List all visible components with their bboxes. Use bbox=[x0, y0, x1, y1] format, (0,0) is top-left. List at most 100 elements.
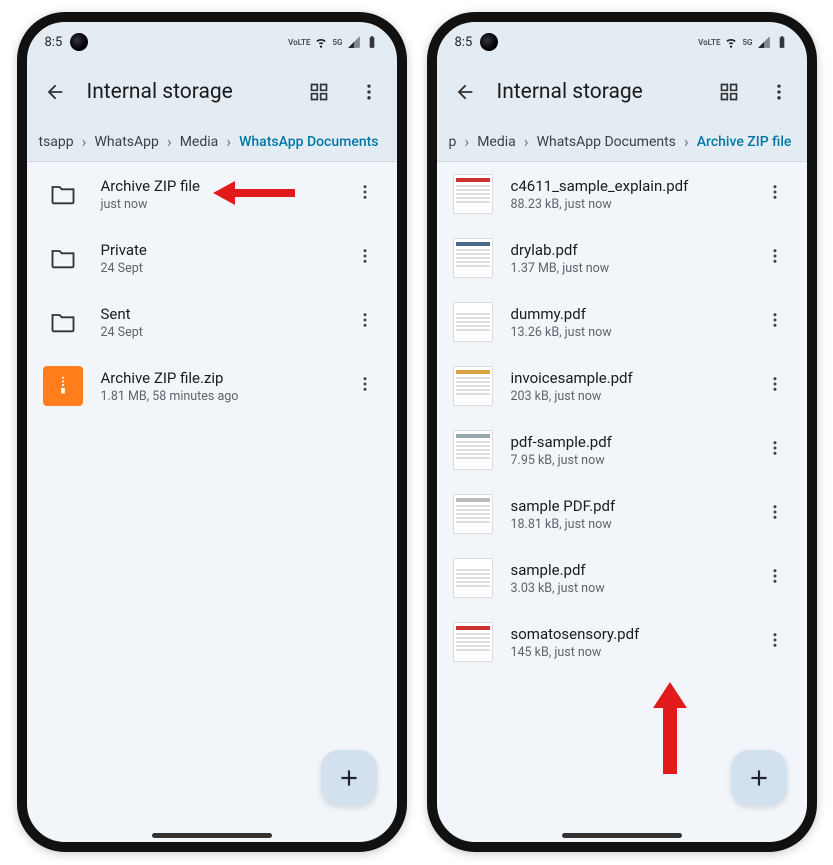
page-title: Internal storage bbox=[497, 80, 697, 104]
page-title: Internal storage bbox=[87, 80, 287, 104]
pdf-thumbnail bbox=[453, 558, 493, 598]
breadcrumb-item[interactable]: Media bbox=[172, 128, 227, 156]
row-more-button[interactable] bbox=[349, 375, 381, 397]
back-button[interactable] bbox=[37, 74, 73, 110]
camera-cutout bbox=[480, 33, 498, 51]
breadcrumb-item[interactable]: WhatsApp bbox=[86, 128, 166, 156]
pdf-thumbnail bbox=[453, 366, 493, 406]
folder-icon bbox=[43, 302, 83, 342]
row-more-button[interactable] bbox=[759, 631, 791, 653]
row-more-button[interactable] bbox=[349, 311, 381, 333]
pdf-thumbnail bbox=[453, 622, 493, 662]
more-vert-icon bbox=[766, 567, 784, 585]
zip-icon bbox=[43, 366, 83, 406]
file-row[interactable]: Sent24 Sept bbox=[27, 290, 397, 354]
file-row[interactable]: invoicesample.pdf203 kB, just now bbox=[437, 354, 807, 418]
grid-icon bbox=[309, 82, 329, 102]
breadcrumb-item[interactable]: tsapp bbox=[31, 128, 82, 156]
row-more-button[interactable] bbox=[759, 439, 791, 461]
file-row[interactable]: dummy.pdf13.26 kB, just now bbox=[437, 290, 807, 354]
phone-left: 8:5 VoLTE 5G Internal storage bbox=[17, 12, 407, 852]
signal-icon bbox=[347, 35, 361, 49]
row-more-button[interactable] bbox=[759, 503, 791, 525]
network-label: VoLTE bbox=[698, 38, 720, 47]
file-row[interactable]: Archive ZIP filejust now bbox=[27, 162, 397, 226]
row-more-button[interactable] bbox=[349, 247, 381, 269]
plus-icon bbox=[336, 765, 362, 791]
pdf-thumbnail bbox=[453, 302, 493, 342]
more-vert-icon bbox=[766, 503, 784, 521]
file-meta: 3.03 kB, just now bbox=[511, 581, 741, 596]
file-row[interactable]: c4611_sample_explain.pdf88.23 kB, just n… bbox=[437, 162, 807, 226]
overflow-menu-button[interactable] bbox=[351, 74, 387, 110]
more-vert-icon bbox=[356, 247, 374, 265]
file-list[interactable]: c4611_sample_explain.pdf88.23 kB, just n… bbox=[437, 162, 807, 842]
file-row[interactable]: somatosensory.pdf145 kB, just now bbox=[437, 610, 807, 674]
row-more-button[interactable] bbox=[759, 375, 791, 397]
row-more-button[interactable] bbox=[759, 311, 791, 333]
pdf-thumbnail bbox=[453, 174, 493, 214]
file-meta: 24 Sept bbox=[101, 325, 331, 340]
fab-add[interactable] bbox=[731, 750, 787, 806]
breadcrumb-item[interactable]: Media bbox=[469, 128, 524, 156]
pdf-thumbnail bbox=[453, 494, 493, 534]
network-5g: 5G bbox=[332, 38, 342, 47]
breadcrumb[interactable]: tsapp›WhatsApp›Media›WhatsApp Documents bbox=[27, 122, 397, 162]
more-vert-icon bbox=[356, 183, 374, 201]
row-more-button[interactable] bbox=[349, 183, 381, 205]
more-vert-icon bbox=[766, 183, 784, 201]
breadcrumb-item[interactable]: WhatsApp Documents bbox=[231, 128, 386, 156]
status-bar: 8:5 VoLTE 5G bbox=[27, 22, 397, 62]
row-more-button[interactable] bbox=[759, 567, 791, 589]
file-name: sample.pdf bbox=[511, 561, 741, 579]
fab-add[interactable] bbox=[321, 750, 377, 806]
file-list[interactable]: Archive ZIP filejust nowPrivate24 SeptSe… bbox=[27, 162, 397, 842]
file-name: dummy.pdf bbox=[511, 305, 741, 323]
power-button bbox=[397, 332, 402, 422]
file-name: c4611_sample_explain.pdf bbox=[511, 177, 741, 195]
overflow-menu-button[interactable] bbox=[761, 74, 797, 110]
network-5g: 5G bbox=[742, 38, 752, 47]
file-name: Archive ZIP file bbox=[101, 177, 331, 195]
breadcrumb-item[interactable]: WhatsApp Documents bbox=[529, 128, 684, 156]
breadcrumb-item[interactable]: p bbox=[441, 128, 465, 156]
file-meta: 145 kB, just now bbox=[511, 645, 741, 660]
file-meta: 1.37 MB, just now bbox=[511, 261, 741, 276]
signal-icon bbox=[757, 35, 771, 49]
more-vert-icon bbox=[766, 311, 784, 329]
more-vert-icon bbox=[766, 247, 784, 265]
app-bar: Internal storage bbox=[27, 62, 397, 122]
file-row[interactable]: pdf-sample.pdf7.95 kB, just now bbox=[437, 418, 807, 482]
pdf-thumbnail bbox=[453, 238, 493, 278]
row-more-button[interactable] bbox=[759, 183, 791, 205]
back-button[interactable] bbox=[447, 74, 483, 110]
file-row[interactable]: Archive ZIP file.zip 1.81 MB, 58 minutes … bbox=[27, 354, 397, 418]
annotation-arrow bbox=[653, 682, 687, 774]
arrow-back-icon bbox=[44, 81, 66, 103]
breadcrumb[interactable]: p›Media›WhatsApp Documents›Archive ZIP f… bbox=[437, 122, 807, 162]
file-row[interactable]: sample PDF.pdf 18.81 kB, just now bbox=[437, 482, 807, 546]
more-vert-icon bbox=[356, 311, 374, 329]
row-more-button[interactable] bbox=[759, 247, 791, 269]
network-label: VoLTE bbox=[288, 38, 310, 47]
grid-view-button[interactable] bbox=[301, 74, 337, 110]
file-meta: 1.81 MB, 58 minutes ago bbox=[101, 389, 331, 404]
more-vert-icon bbox=[769, 82, 789, 102]
status-time: 8:5 bbox=[45, 35, 63, 50]
breadcrumb-item[interactable]: Archive ZIP file bbox=[689, 128, 800, 156]
more-vert-icon bbox=[356, 375, 374, 393]
file-row[interactable]: drylab.pdf 1.37 MB, just now bbox=[437, 226, 807, 290]
file-meta: 203 kB, just now bbox=[511, 389, 741, 404]
folder-icon bbox=[43, 174, 83, 214]
wifi-icon bbox=[724, 35, 738, 49]
file-name: drylab.pdf bbox=[511, 241, 741, 259]
power-button bbox=[807, 332, 812, 422]
file-meta: 18.81 kB, just now bbox=[511, 517, 741, 532]
file-name: Archive ZIP file.zip bbox=[101, 369, 331, 387]
file-row[interactable]: sample.pdf 3.03 kB, just now bbox=[437, 546, 807, 610]
file-name: sample PDF.pdf bbox=[511, 497, 741, 515]
phone-right: 8:5 VoLTE 5G Internal storage p›M bbox=[427, 12, 817, 852]
file-row[interactable]: Private24 Sept bbox=[27, 226, 397, 290]
file-meta: 7.95 kB, just now bbox=[511, 453, 741, 468]
grid-view-button[interactable] bbox=[711, 74, 747, 110]
